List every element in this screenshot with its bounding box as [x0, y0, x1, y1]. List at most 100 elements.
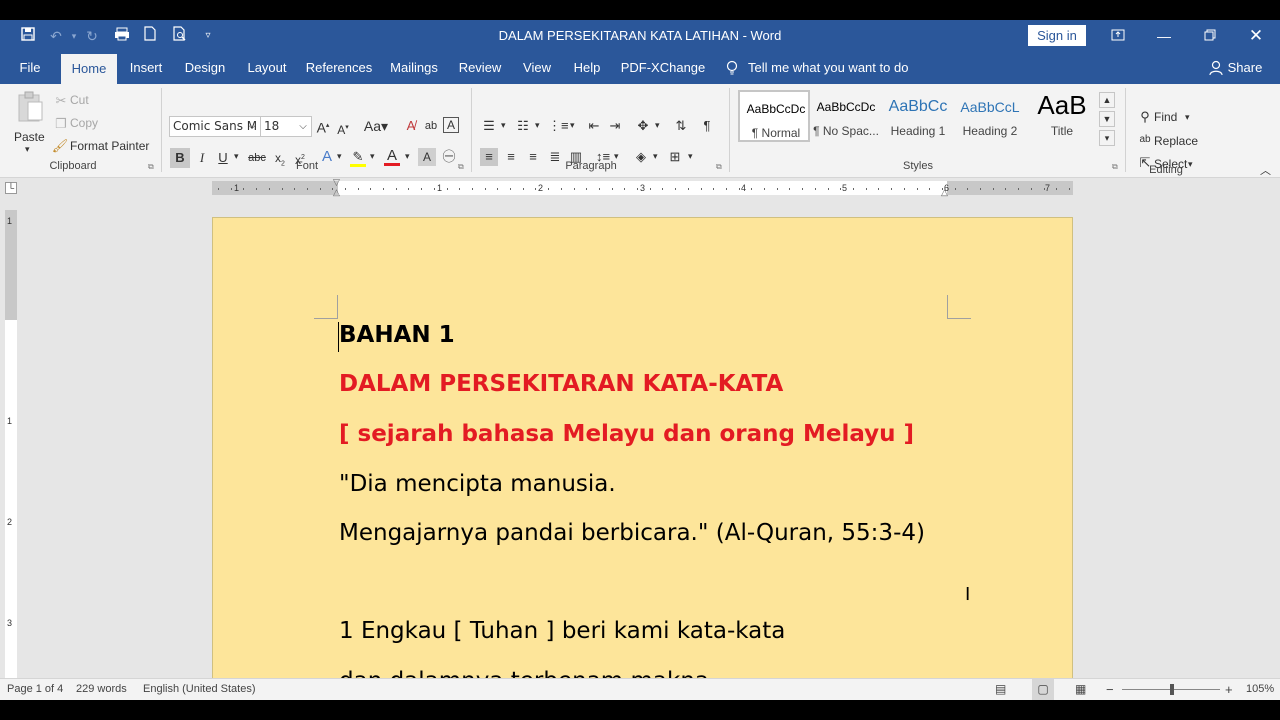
tab-layout[interactable]: Layout — [240, 52, 294, 84]
styles-scroll-up-icon[interactable]: ▲ — [1099, 92, 1115, 108]
chevron-down-icon[interactable]: ⌵ — [295, 117, 311, 136]
font-name-combo[interactable]: Comic Sans M ⌵ — [169, 116, 261, 137]
text-effects-dropdown-icon[interactable]: ▾ — [337, 151, 342, 162]
right-indent-marker[interactable]: △ — [941, 187, 948, 198]
tab-view[interactable]: View — [516, 52, 558, 84]
font-color-icon[interactable]: A — [383, 147, 401, 166]
character-shading-icon[interactable]: A — [418, 148, 436, 166]
restore-icon[interactable] — [1187, 20, 1233, 52]
share-button[interactable]: Share — [1226, 52, 1264, 84]
shrink-font-icon[interactable]: A▾ — [334, 119, 352, 137]
phonetic-guide-icon[interactable]: ab — [422, 117, 440, 135]
chevron-down-icon[interactable]: ⌵ — [244, 117, 260, 136]
undo-dropdown-icon[interactable]: ▾ — [64, 26, 84, 46]
tab-design[interactable]: Design — [178, 52, 232, 84]
style-heading-1[interactable]: AaBbCc Heading 1 — [882, 90, 954, 142]
web-layout-icon[interactable]: ▦ — [1075, 679, 1086, 700]
minimize-icon[interactable]: — — [1141, 20, 1187, 52]
sign-in-button[interactable]: Sign in — [1028, 25, 1086, 46]
bullets-icon[interactable]: ☰ — [480, 117, 498, 135]
bold-button[interactable]: B — [170, 148, 190, 168]
zoom-slider-thumb[interactable] — [1170, 684, 1174, 695]
document-page[interactable]: BAHAN 1 DALAM PERSEKITARAN KATA-KATA [ s… — [212, 217, 1073, 700]
new-document-icon[interactable] — [140, 26, 160, 46]
zoom-out-button[interactable]: − — [1106, 679, 1114, 700]
doc-line-subtitle[interactable]: [ sejarah bahasa Melayu dan orang Melayu… — [339, 421, 914, 447]
borders-icon[interactable]: ⊞ — [666, 148, 684, 166]
align-left-icon[interactable]: ≡ — [480, 148, 498, 166]
align-right-icon[interactable]: ≡ — [524, 148, 542, 166]
tab-file[interactable]: File — [8, 52, 52, 84]
decrease-indent-icon[interactable]: ⇤ — [585, 117, 603, 135]
copy-button[interactable]: Copy — [70, 116, 98, 130]
paste-button[interactable]: Paste — [14, 130, 45, 144]
style-no-spacing[interactable]: AaBbCcDc ¶ No Spac... — [810, 90, 882, 142]
sort-ascending-icon[interactable]: ✥ — [634, 117, 652, 135]
tab-help[interactable]: Help — [568, 52, 606, 84]
doc-line-verse-1[interactable]: 1 Engkau [ Tuhan ] beri kami kata-kata — [339, 618, 785, 644]
tab-pdf-xchange[interactable]: PDF-XChange — [618, 52, 708, 84]
close-icon[interactable]: ✕ — [1233, 20, 1279, 52]
cut-button[interactable]: Cut — [70, 93, 89, 107]
paste-dropdown-icon[interactable]: ▾ — [25, 144, 30, 155]
style-normal[interactable]: AaBbCcDc ¶ Normal — [738, 90, 810, 142]
hanging-indent-marker[interactable]: △ — [333, 187, 340, 198]
numbering-icon[interactable]: ☷ — [514, 117, 532, 135]
format-painter-button[interactable]: Format Painter — [70, 139, 149, 153]
print-layout-icon[interactable]: ▢ — [1032, 679, 1054, 700]
clear-formatting-icon[interactable]: A̸ — [402, 117, 420, 135]
font-color-dropdown-icon[interactable]: ▾ — [405, 151, 410, 162]
numbering-dropdown-icon[interactable]: ▾ — [535, 120, 540, 131]
horizontal-ruler[interactable]: 1 1 2 3 4 5 6 7 ▽ △ △ — [212, 177, 1073, 198]
share-person-icon[interactable] — [1208, 52, 1224, 84]
paste-icon[interactable] — [16, 90, 44, 124]
show-hide-formatting-icon[interactable]: ¶ — [698, 117, 716, 135]
shading-icon[interactable]: ◈ — [632, 148, 650, 166]
page-count[interactable]: Page 1 of 4 — [7, 679, 63, 700]
change-case-icon[interactable]: Aa▾ — [362, 117, 390, 135]
zoom-level[interactable]: 105% — [1246, 679, 1274, 700]
style-title[interactable]: AaB Title — [1026, 90, 1098, 142]
redo-icon[interactable]: ↻ — [82, 26, 102, 46]
replace-button[interactable]: Replace — [1154, 134, 1198, 148]
font-size-combo[interactable]: 18 ⌵ — [260, 116, 312, 137]
customize-qat-icon[interactable]: ▿ — [198, 26, 218, 46]
tab-review[interactable]: Review — [454, 52, 506, 84]
tab-selector-icon[interactable]: └ — [5, 182, 17, 194]
find-dropdown-icon[interactable]: ▾ — [1185, 112, 1190, 123]
word-count[interactable]: 229 words — [76, 679, 127, 700]
save-icon[interactable] — [18, 26, 38, 46]
tab-home[interactable]: Home — [61, 54, 117, 84]
tab-references[interactable]: References — [302, 52, 376, 84]
read-mode-icon[interactable]: ▤ — [995, 679, 1006, 700]
ribbon-display-options-icon[interactable] — [1095, 20, 1141, 52]
grow-font-icon[interactable]: A▴ — [314, 117, 332, 136]
highlighter-icon[interactable]: ✎ — [349, 148, 367, 167]
collapse-ribbon-icon[interactable]: ︿ — [1260, 162, 1271, 178]
find-button[interactable]: Find — [1154, 110, 1177, 124]
shading-dropdown-icon[interactable]: ▾ — [653, 151, 658, 162]
underline-button[interactable]: U — [214, 149, 232, 167]
zoom-in-button[interactable]: + — [1225, 679, 1233, 700]
language-indicator[interactable]: English (United States) — [143, 679, 256, 700]
enclose-characters-icon[interactable]: ㊀ — [440, 148, 458, 166]
borders-dropdown-icon[interactable]: ▾ — [688, 151, 693, 162]
tab-insert[interactable]: Insert — [122, 52, 170, 84]
style-heading-2[interactable]: AaBbCcL Heading 2 — [954, 90, 1026, 142]
strikethrough-button[interactable]: abc — [247, 149, 267, 167]
tell-me-search[interactable]: Tell me what you want to do — [748, 52, 918, 84]
multilevel-dropdown-icon[interactable]: ▾ — [570, 120, 575, 131]
doc-line-quote-2[interactable]: Mengajarnya pandai berbicara." (Al-Quran… — [339, 520, 925, 546]
doc-line-title[interactable]: DALAM PERSEKITARAN KATA-KATA — [339, 371, 783, 397]
doc-line-heading[interactable]: BAHAN 1 — [339, 322, 455, 348]
bullets-dropdown-icon[interactable]: ▾ — [501, 120, 506, 131]
align-center-icon[interactable]: ≡ — [502, 148, 520, 166]
font-launcher-icon[interactable]: ⧉ — [458, 162, 464, 172]
italic-button[interactable]: I — [193, 149, 211, 167]
vertical-ruler[interactable]: 1 1 2 3 — [5, 210, 17, 680]
paragraph-launcher-icon[interactable]: ⧉ — [716, 162, 722, 172]
clipboard-launcher-icon[interactable]: ⧉ — [148, 162, 154, 172]
increase-indent-icon[interactable]: ⇥ — [606, 117, 624, 135]
styles-scroll-down-icon[interactable]: ▼ — [1099, 111, 1115, 127]
character-border-icon[interactable]: A — [443, 117, 459, 133]
